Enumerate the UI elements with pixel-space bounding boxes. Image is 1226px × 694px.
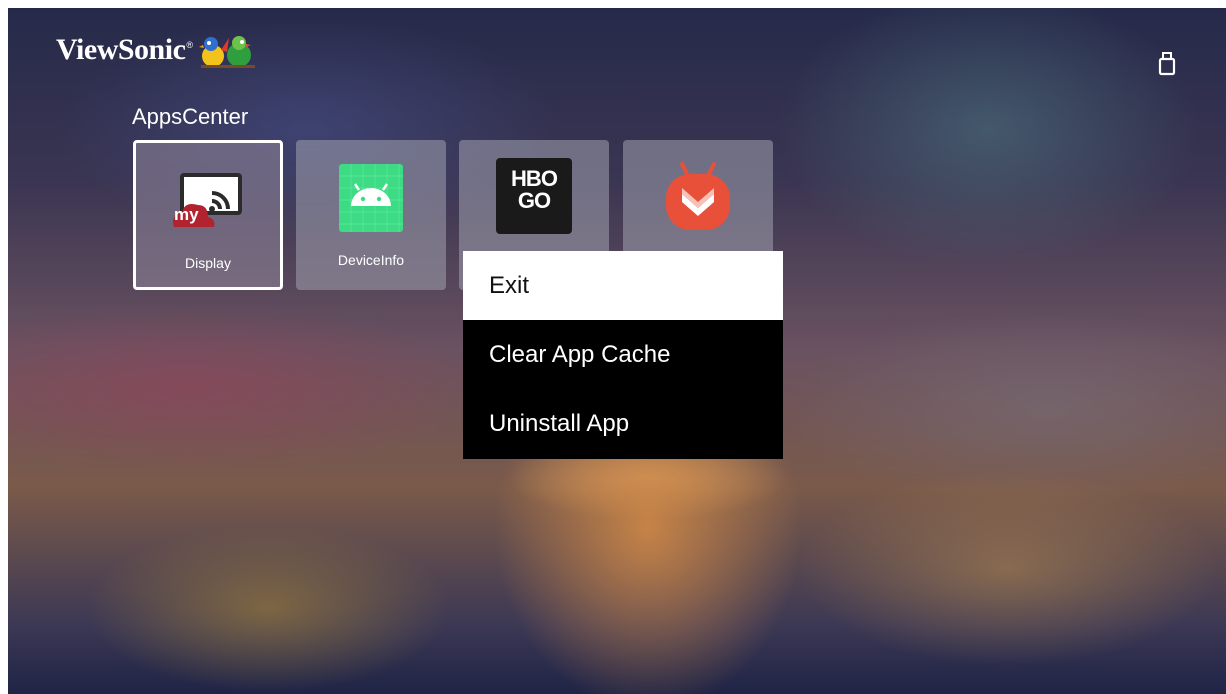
app-label: DeviceInfo [337, 252, 405, 268]
usb-icon [1158, 52, 1176, 76]
mydisplay-icon-text: my [174, 205, 199, 224]
hbo-icon-text: HBO [511, 166, 558, 191]
launcher-screen: ViewSonic ® AppsCenter my Display Device… [8, 8, 1226, 694]
mydisplay-icon [173, 173, 242, 227]
app-tile-display[interactable]: my Display [133, 140, 283, 290]
app-context-menu: Exit Clear App Cache Uninstall App [463, 251, 783, 459]
android-icon [339, 164, 403, 232]
birds-logo-icon [199, 36, 256, 68]
section-title: AppsCenter [132, 104, 249, 129]
aptoide-tv-icon [666, 162, 730, 230]
viewsonic-logo: ViewSonic ® [56, 30, 257, 70]
brand-name: ViewSonic [56, 33, 186, 66]
go-icon-text: GO [517, 188, 551, 213]
registered-mark: ® [186, 40, 194, 50]
menu-item-exit[interactable]: Exit [463, 251, 783, 320]
menu-item-clear-app-cache[interactable]: Clear App Cache [463, 320, 783, 389]
app-label: Display [185, 255, 231, 271]
app-tile-deviceinfo[interactable]: DeviceInfo [296, 140, 446, 290]
menu-item-uninstall-app[interactable]: Uninstall App [463, 389, 783, 458]
